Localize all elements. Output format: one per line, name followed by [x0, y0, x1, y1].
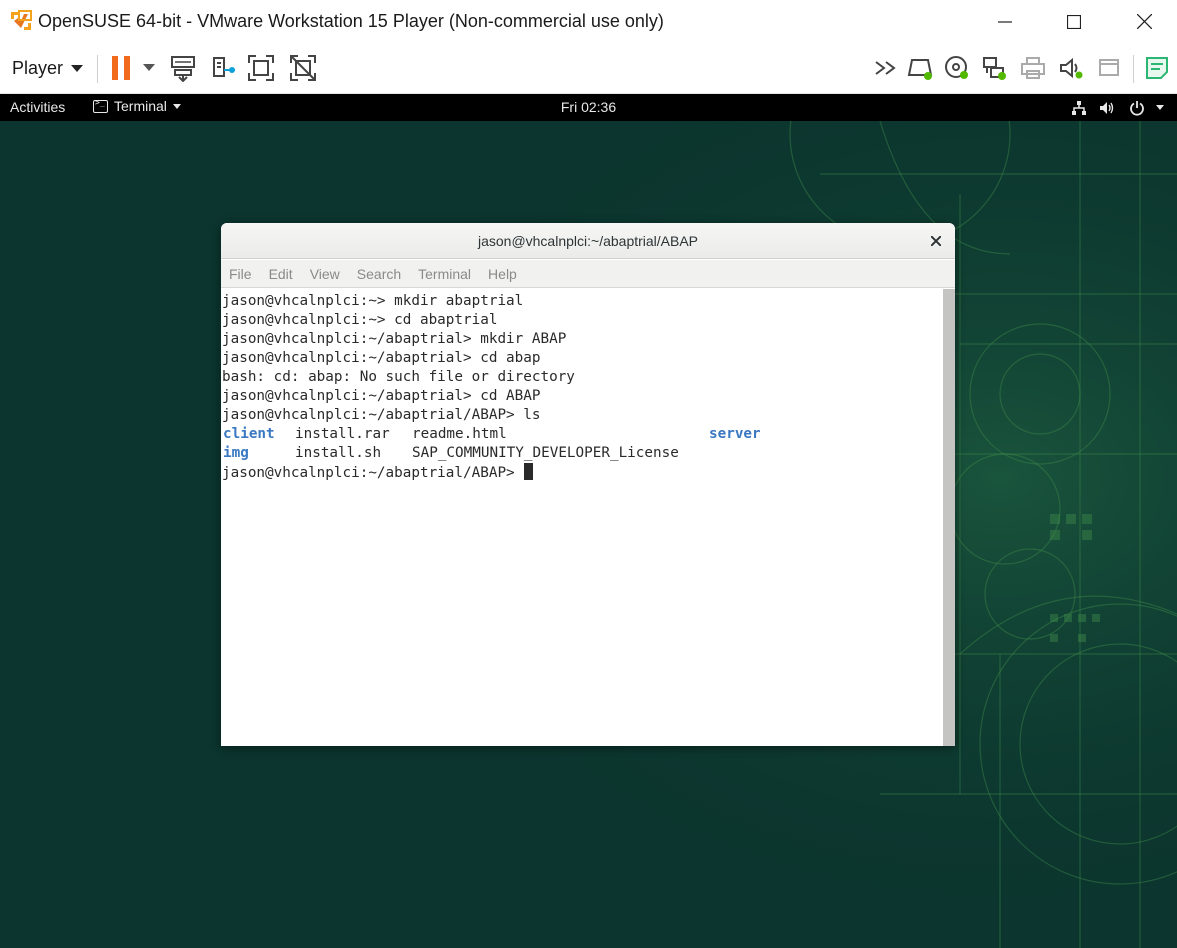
maximize-icon — [1067, 14, 1081, 29]
system-tray[interactable] — [1071, 99, 1165, 116]
terminal-prompt: jason@vhcalnplci:~/abaptrial/ABAP> — [222, 465, 524, 481]
menu-file[interactable]: File — [229, 266, 252, 282]
printer-button[interactable] — [1019, 53, 1047, 83]
power-icon — [1130, 100, 1144, 116]
network-icon — [1072, 100, 1086, 115]
ls-entry-file: install.sh — [295, 445, 382, 461]
fit-guest-button[interactable] — [288, 53, 318, 83]
terminal-line: jason@vhcalnplci:~/abaptrial> cd abap — [222, 350, 541, 366]
sound-card-button[interactable] — [1057, 53, 1085, 83]
terminal-line: jason@vhcalnplci:~> cd abaptrial — [222, 312, 498, 328]
text-cursor — [524, 463, 534, 480]
more-devices-button[interactable] — [872, 53, 900, 83]
volume-icon — [1100, 101, 1114, 114]
terminal-line: jason@vhcalnplci:~> mkdir abaptrial — [222, 293, 524, 309]
terminal-line: bash: cd: abap: No such file or director… — [222, 369, 575, 385]
terminal-output[interactable]: jason@vhcalnplci:~> mkdir abaptrial jason… — [221, 289, 943, 746]
unity-icon — [213, 57, 235, 77]
more-devices-icon — [875, 61, 896, 75]
message-log-icon — [1146, 57, 1168, 79]
window-title: OpenSUSE 64-bit - VMware Workstation 15 … — [38, 11, 664, 31]
player-menu-label: Player — [12, 57, 64, 78]
menu-search[interactable]: Search — [357, 266, 401, 282]
menu-view[interactable]: View — [310, 266, 340, 282]
ls-entry-file: SAP_COMMUNITY_DEVELOPER_License — [412, 445, 679, 461]
minimize-icon — [998, 20, 1012, 23]
system-menu-caret-icon — [1156, 104, 1164, 110]
hard-disk-button[interactable] — [905, 53, 935, 83]
dropdown-icon — [143, 64, 155, 71]
full-screen-icon — [248, 55, 274, 81]
vmware-toolbar: Player — [0, 43, 1177, 94]
cd-dvd-icon — [945, 56, 968, 79]
toolbar-divider — [97, 55, 98, 83]
terminal-line: jason@vhcalnplci:~/abaptrial> mkdir ABAP — [222, 331, 567, 347]
clock[interactable]: Fri 02:36 — [0, 99, 1177, 115]
terminal-line: jason@vhcalnplci:~/abaptrial> cd ABAP — [222, 388, 541, 404]
network-adapter-icon — [983, 57, 1006, 80]
send-ctrl-alt-del-button[interactable] — [168, 53, 198, 83]
printer-icon — [1021, 57, 1045, 79]
message-log-button[interactable] — [1143, 53, 1171, 83]
ls-output-row: img install.sh SAP_COMMUNITY_DEVELOPER_Lic… — [222, 444, 943, 463]
ls-entry-directory: client — [223, 426, 275, 442]
terminal-scrollbar[interactable] — [943, 289, 955, 746]
ls-output-row: client install.rar readme.html server — [222, 425, 943, 444]
ls-entry-file: install.rar — [295, 426, 390, 442]
menu-terminal[interactable]: Terminal — [418, 266, 471, 282]
toolbar-divider — [1133, 55, 1134, 83]
player-menu[interactable]: Player — [6, 53, 89, 83]
display-icon — [1099, 59, 1119, 76]
minimize-button[interactable] — [982, 0, 1028, 43]
close-button[interactable] — [1121, 0, 1167, 43]
terminal-prompt-line[interactable]: jason@vhcalnplci:~/abaptrial/ABAP> — [222, 463, 943, 483]
network-adapter-button[interactable] — [980, 53, 1008, 83]
chevron-down-icon — [71, 64, 84, 72]
maximize-button[interactable] — [1051, 0, 1097, 43]
pause-button[interactable] — [108, 53, 134, 83]
fit-guest-icon — [290, 55, 316, 81]
menu-edit[interactable]: Edit — [269, 266, 293, 282]
terminal-title: jason@vhcalnplci:~/abaptrial/ABAP — [477, 233, 699, 249]
vmware-logo-icon — [9, 9, 33, 33]
close-icon — [931, 236, 941, 246]
close-icon — [1136, 14, 1152, 29]
send-ctrl-alt-del-icon — [171, 56, 195, 82]
cd-dvd-button[interactable] — [943, 53, 971, 83]
power-options-dropdown[interactable] — [139, 53, 159, 83]
guest-desktop[interactable]: Activities Terminal Fri 02:36 — [0, 94, 1177, 948]
ls-entry-file: readme.html — [412, 426, 507, 442]
ls-entry-directory: img — [223, 445, 249, 461]
ls-entry-directory: server — [709, 426, 761, 442]
terminal-window[interactable]: jason@vhcalnplci:~/abaptrial/ABAP File E… — [221, 223, 955, 746]
terminal-line: jason@vhcalnplci:~/abaptrial/ABAP> ls — [222, 407, 541, 423]
unity-button[interactable] — [209, 53, 237, 83]
hard-disk-icon — [907, 59, 933, 80]
terminal-header-bar[interactable]: jason@vhcalnplci:~/abaptrial/ABAP — [221, 223, 955, 259]
full-screen-button[interactable] — [246, 53, 276, 83]
terminal-menubar: File Edit View Search Terminal Help — [221, 260, 955, 288]
pause-icon — [112, 56, 130, 80]
sound-card-icon — [1060, 57, 1083, 79]
window-titlebar: OpenSUSE 64-bit - VMware Workstation 15 … — [0, 0, 1177, 43]
terminal-close-button[interactable] — [927, 232, 945, 250]
menu-help[interactable]: Help — [488, 266, 517, 282]
display-button[interactable] — [1095, 53, 1123, 83]
gnome-top-bar: Activities Terminal Fri 02:36 — [0, 94, 1177, 121]
